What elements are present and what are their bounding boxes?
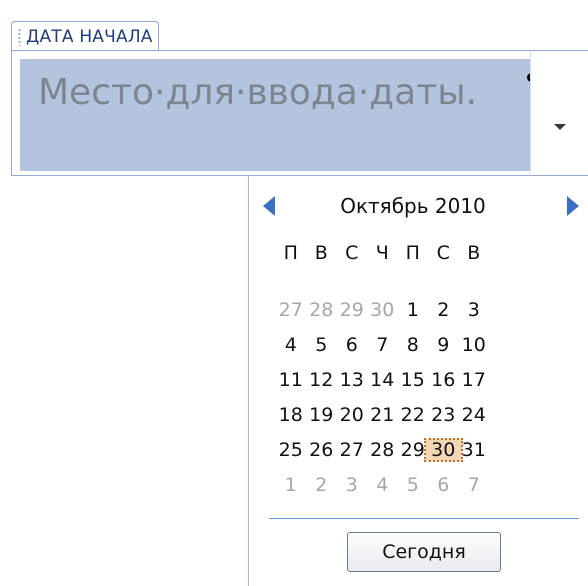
date-placeholder-text: Место·для·ввода·даты. [38, 72, 478, 113]
calendar-day[interactable]: 3 [455, 299, 493, 321]
calendar-month-label: Октябрь 2010 [340, 194, 486, 218]
calendar-day[interactable]: 10 [455, 334, 493, 356]
content-control-title: ДАТА НАЧАЛА [26, 26, 153, 47]
calendar-day[interactable]: 17 [455, 369, 493, 391]
calendar-day[interactable]: 31 [455, 439, 493, 461]
calendar-grid: П В С Ч П С В 27 28 29 30 1 2 3 4 5 6 7 … [279, 234, 579, 502]
calendar-week-row: 11 12 13 14 15 16 17 [279, 362, 579, 397]
calendar-popup: Октябрь 2010 П В С Ч П С В 27 28 29 30 1… [248, 176, 588, 586]
calendar-week-row: 25 26 27 28 29 30 31 [279, 432, 579, 467]
today-button[interactable]: Сегодня [347, 532, 501, 572]
calendar-divider [269, 518, 579, 519]
drag-handle-icon[interactable] [18, 27, 21, 46]
chevron-right-icon[interactable] [567, 196, 579, 216]
date-input-field[interactable]: Место·для·ввода·даты. [20, 59, 530, 171]
calendar-header: Октябрь 2010 [249, 186, 588, 226]
calendar-day[interactable]: 7 [455, 474, 493, 496]
calendar-week-row: 1 2 3 4 5 6 7 [279, 467, 579, 502]
content-control-title-tab[interactable]: ДАТА НАЧАЛА [11, 21, 159, 51]
content-control-box: Место·для·ввода·даты. [11, 50, 588, 219]
date-picker-content-control: ДАТА НАЧАЛА Место·для·ввода·даты. Октябр… [0, 0, 588, 586]
calendar-week-row: 18 19 20 21 22 23 24 [279, 397, 579, 432]
weekday-header-row: П В С Ч П С В [279, 234, 579, 272]
weekday-label: В [467, 242, 481, 264]
caret-down-icon [553, 124, 566, 130]
calendar-day[interactable]: 24 [455, 404, 493, 426]
calendar-week-row: 4 5 6 7 8 9 10 [279, 327, 579, 362]
calendar-week-row: 27 28 29 30 1 2 3 [279, 292, 579, 327]
date-dropdown-button[interactable] [530, 52, 588, 174]
